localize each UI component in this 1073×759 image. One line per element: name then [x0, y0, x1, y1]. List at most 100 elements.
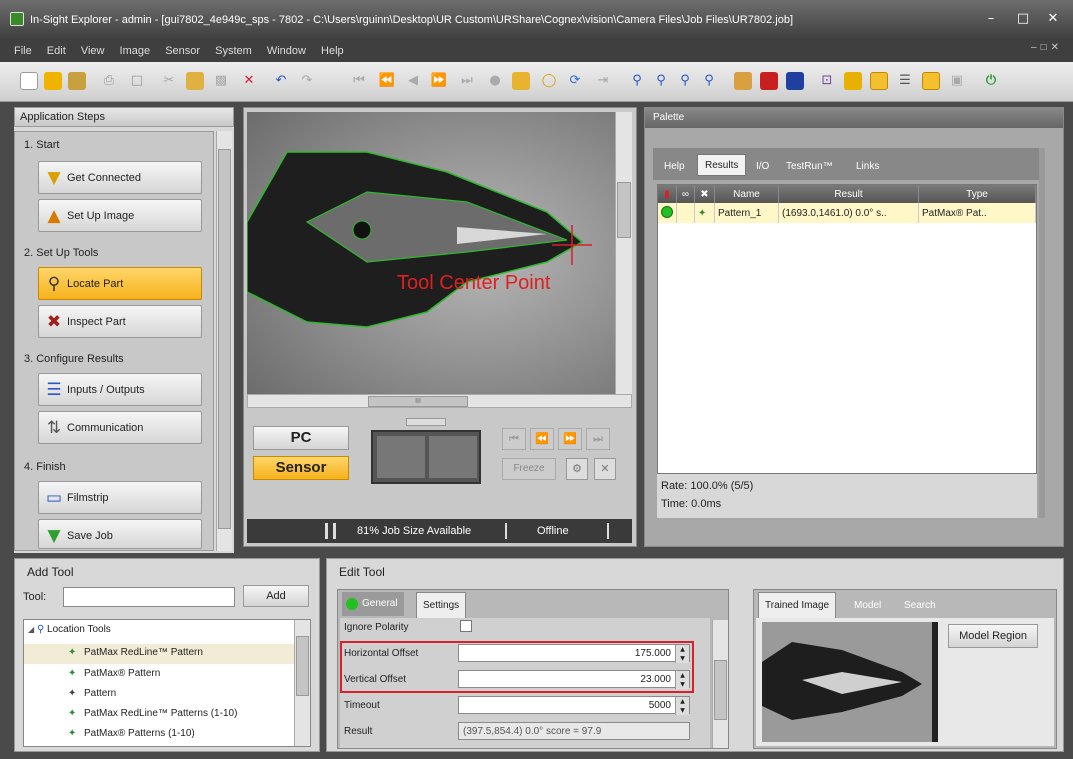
table-row[interactable]: ✦ Pattern_1 (1693.0,1461.0) 0.0° s.. Pat…: [658, 203, 1036, 223]
first-frame-button[interactable]: ⏮: [502, 428, 526, 450]
close-button[interactable]: ✕: [1042, 10, 1064, 28]
list-item[interactable]: ✦ PatMax RedLine™ Pattern: [24, 644, 294, 664]
filmstrip-clear-icon[interactable]: ✕: [594, 458, 616, 480]
tab-help[interactable]: Help: [657, 156, 692, 178]
menu-help[interactable]: Help: [321, 45, 344, 57]
steps-scrollbar[interactable]: [216, 131, 232, 551]
undo-icon[interactable]: ↶: [272, 72, 290, 90]
tool-input[interactable]: [63, 587, 235, 607]
trigger-icon[interactable]: ⇥: [594, 72, 612, 90]
image-vscrollbar[interactable]: [615, 112, 632, 394]
record-icon[interactable]: ●: [486, 72, 504, 90]
settings-scroll-thumb[interactable]: [714, 660, 727, 720]
image-hscroll-thumb[interactable]: III: [368, 396, 468, 407]
set-up-image-button[interactable]: ▲ Set Up Image: [38, 199, 202, 232]
name-column-header[interactable]: Name: [714, 185, 779, 203]
online-icon[interactable]: ⏻: [982, 72, 1000, 90]
settings-scrollbar[interactable]: [712, 620, 728, 748]
sensor-button[interactable]: Sensor: [253, 456, 349, 480]
list-item[interactable]: ✦ PatMax® Pattern: [68, 668, 160, 679]
menu-window[interactable]: Window: [267, 45, 306, 57]
list-item[interactable]: ✦ PatMax® Patterns (1-10): [68, 728, 195, 739]
get-connected-button[interactable]: ▼ Get Connected: [38, 161, 202, 194]
list-item[interactable]: ✦ Pattern: [68, 688, 116, 699]
tab-search[interactable]: Search: [904, 594, 936, 618]
menu-image[interactable]: Image: [120, 45, 151, 57]
tab-testrun[interactable]: TestRun™: [779, 156, 840, 178]
display-icon[interactable]: [786, 72, 804, 90]
menu-edit[interactable]: Edit: [47, 45, 66, 57]
step-back-icon[interactable]: ◀: [404, 72, 422, 90]
steps-scroll-thumb[interactable]: [218, 149, 231, 529]
copy-icon[interactable]: [186, 72, 204, 90]
inspect-part-button[interactable]: ✖ Inspect Part: [38, 305, 202, 338]
camera-image[interactable]: Tool Center Point: [247, 112, 632, 394]
ignore-polarity-checkbox[interactable]: [460, 620, 472, 632]
new-icon[interactable]: [20, 72, 38, 90]
first-icon[interactable]: ⏮: [350, 72, 368, 90]
mdi-window-buttons[interactable]: –□✕: [1031, 42, 1063, 53]
save-icon[interactable]: [68, 72, 86, 90]
image-icon[interactable]: [734, 72, 752, 90]
print-preview-icon[interactable]: □: [128, 72, 146, 90]
tab-trained-image[interactable]: Trained Image: [758, 592, 837, 618]
filmstrip-slider[interactable]: [406, 418, 446, 426]
spreadsheet-icon[interactable]: ☰: [896, 72, 914, 90]
filmstrip-settings-icon[interactable]: ⚙: [566, 458, 588, 480]
tools-icon[interactable]: [844, 72, 862, 90]
result-column-header[interactable]: Result: [778, 185, 919, 203]
tab-links[interactable]: Links: [849, 156, 886, 178]
zoom-fit-icon[interactable]: ⚲: [676, 72, 694, 90]
zoom-in-icon[interactable]: ⚲: [628, 72, 646, 90]
menu-view[interactable]: View: [81, 45, 105, 57]
filmstrip-button[interactable]: ▭ Filmstrip: [38, 481, 202, 514]
communication-button[interactable]: ⇅ Communication: [38, 411, 202, 444]
cut-icon[interactable]: ✂: [160, 72, 178, 90]
tab-io[interactable]: I/O: [749, 156, 776, 178]
model-region-button[interactable]: Model Region: [948, 624, 1038, 648]
tool-tree-scroll-thumb[interactable]: [296, 636, 309, 696]
zoom-out-icon[interactable]: ⚲: [652, 72, 670, 90]
minimize-button[interactable]: –: [980, 10, 1002, 28]
menu-sensor[interactable]: Sensor: [165, 45, 200, 57]
network-icon[interactable]: ▣: [948, 72, 966, 90]
image-vscroll-thumb[interactable]: [617, 182, 631, 238]
menu-system[interactable]: System: [215, 45, 252, 57]
redo-icon[interactable]: ↷: [298, 72, 316, 90]
next-frame-button[interactable]: ⏩: [558, 428, 582, 450]
previous-icon[interactable]: ⏪: [378, 72, 396, 90]
last-frame-button[interactable]: ⏭: [586, 428, 610, 450]
menu-file[interactable]: File: [14, 45, 32, 57]
palette-splitter[interactable]: [1039, 148, 1045, 518]
last-icon[interactable]: ⏭: [458, 72, 476, 90]
prev-frame-button[interactable]: ⏪: [530, 428, 554, 450]
open-image-icon[interactable]: [512, 72, 530, 90]
maximize-button[interactable]: □: [1012, 10, 1034, 28]
graphics-icon[interactable]: [760, 72, 778, 90]
collapse-icon[interactable]: ◢: [28, 625, 34, 634]
calibrate-icon[interactable]: ⊡: [818, 72, 836, 90]
freeze-button[interactable]: Freeze: [502, 458, 556, 480]
tab-model[interactable]: Model: [854, 594, 881, 618]
easybuilder-icon[interactable]: [922, 72, 940, 90]
tab-general[interactable]: General: [342, 592, 404, 616]
tab-settings[interactable]: Settings: [416, 592, 467, 618]
live-icon[interactable]: ◯: [540, 72, 558, 90]
print-icon[interactable]: ⎙: [100, 72, 118, 90]
refresh-icon[interactable]: ⟳: [566, 72, 584, 90]
timeout-field[interactable]: 5000 ▲ ▼: [458, 696, 690, 715]
image-hscrollbar[interactable]: III: [247, 394, 632, 408]
list-item[interactable]: ✦ PatMax RedLine™ Patterns (1-10): [68, 708, 237, 719]
zoom-fill-icon[interactable]: ⚲: [700, 72, 718, 90]
paste-icon[interactable]: ▩: [212, 72, 230, 90]
inputs-outputs-button[interactable]: ☰ Inputs / Outputs: [38, 373, 202, 406]
open-icon[interactable]: [44, 72, 62, 90]
timeout-spinner[interactable]: ▲ ▼: [675, 697, 689, 715]
save-job-button[interactable]: ▼ Save Job: [38, 519, 202, 549]
tab-results[interactable]: Results: [697, 154, 747, 176]
next-icon[interactable]: ⏩: [430, 72, 448, 90]
locate-part-button[interactable]: ⚲ Locate Part: [38, 267, 202, 300]
tree-root-location-tools[interactable]: ◢ ⚲ Location Tools: [28, 624, 111, 635]
tool-tree-scrollbar[interactable]: [294, 620, 310, 746]
settings-icon[interactable]: [870, 72, 888, 90]
